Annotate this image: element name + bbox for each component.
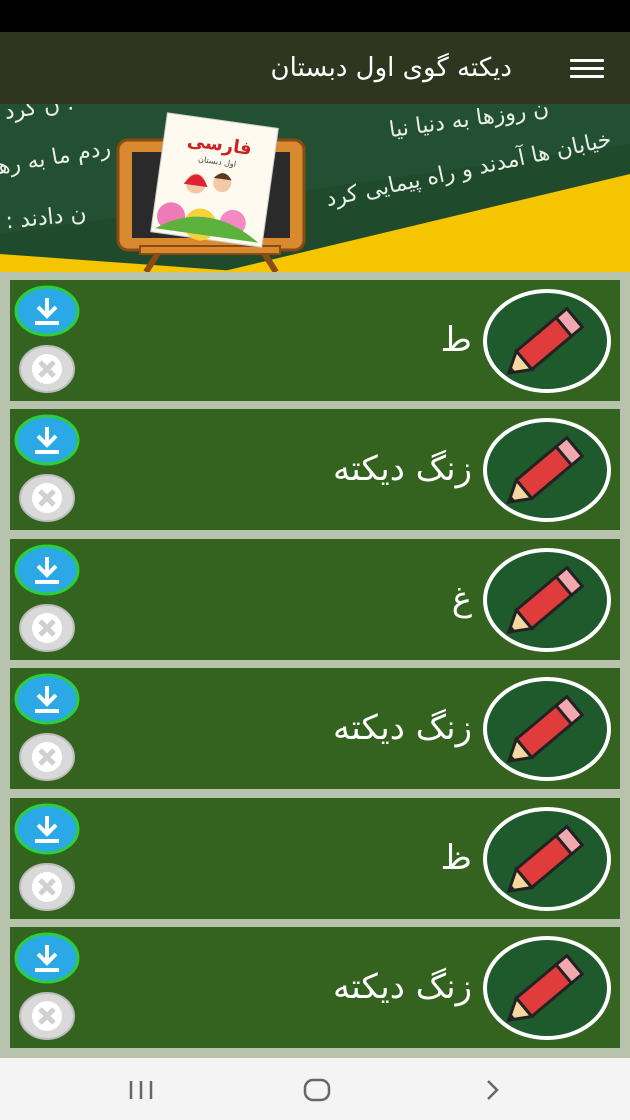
close-icon xyxy=(32,742,62,772)
item-label: زنگ دیکته xyxy=(333,449,472,489)
close-icon xyxy=(32,354,62,384)
status-bar xyxy=(0,0,630,32)
home-button[interactable] xyxy=(302,1076,332,1104)
app-bar: دیکته گوی اول دبستان xyxy=(0,32,630,104)
hamburger-menu-icon xyxy=(570,59,604,62)
list-item[interactable]: ط xyxy=(10,280,620,401)
delete-button[interactable] xyxy=(18,862,76,912)
close-icon xyxy=(32,483,62,513)
download-button[interactable] xyxy=(14,932,80,984)
download-button[interactable] xyxy=(14,544,80,596)
open-dictation-button[interactable] xyxy=(483,289,611,393)
open-dictation-button[interactable] xyxy=(483,677,611,781)
menu-button[interactable] xyxy=(570,54,604,82)
list-item[interactable]: زنگ دیکته xyxy=(10,668,620,789)
open-dictation-button[interactable] xyxy=(483,936,611,1040)
recents-button[interactable] xyxy=(126,1076,156,1104)
list-item[interactable]: زنگ دیکته xyxy=(10,927,620,1048)
close-icon xyxy=(32,613,62,643)
list-item[interactable]: ظ xyxy=(10,798,620,919)
close-icon xyxy=(32,872,62,902)
recents-icon xyxy=(129,1081,153,1099)
open-dictation-button[interactable] xyxy=(483,418,611,522)
delete-button[interactable] xyxy=(18,732,76,782)
item-label: غ xyxy=(451,579,472,619)
delete-button[interactable] xyxy=(18,991,76,1041)
back-button[interactable] xyxy=(482,1076,504,1104)
download-button[interactable] xyxy=(14,673,80,725)
item-label: زنگ دیکته xyxy=(333,967,472,1007)
download-button[interactable] xyxy=(14,803,80,855)
chalkboard-illustration: ن روزها به دنیا نیا ن کرد . خیابان ها آم… xyxy=(0,104,630,272)
delete-button[interactable] xyxy=(18,344,76,394)
app-title: دیکته گوی اول دبستان xyxy=(270,53,512,83)
item-label: ط xyxy=(440,320,472,360)
download-button[interactable] xyxy=(14,285,80,337)
open-dictation-button[interactable] xyxy=(483,548,611,652)
list-item[interactable]: زنگ دیکته xyxy=(10,409,620,530)
delete-button[interactable] xyxy=(18,473,76,523)
header-banner: ن روزها به دنیا نیا ن کرد . خیابان ها آم… xyxy=(0,104,630,272)
open-dictation-button[interactable] xyxy=(483,807,611,911)
item-label: ظ xyxy=(440,838,472,878)
close-icon xyxy=(32,1001,62,1031)
system-nav-bar xyxy=(0,1058,630,1120)
home-icon xyxy=(303,1078,331,1102)
delete-button[interactable] xyxy=(18,603,76,653)
item-label: زنگ دیکته xyxy=(333,708,472,748)
back-icon xyxy=(487,1080,499,1100)
list-item[interactable]: غ xyxy=(10,539,620,660)
download-button[interactable] xyxy=(14,414,80,466)
